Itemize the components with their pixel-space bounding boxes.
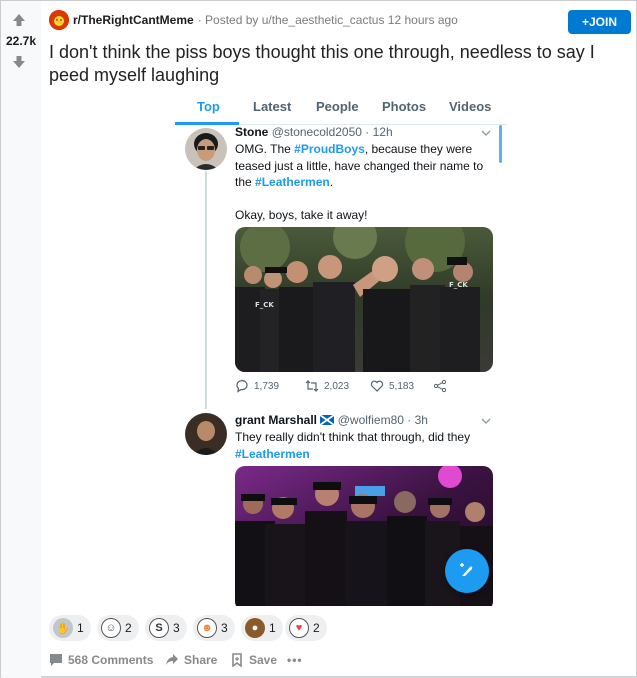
- chevron-down-icon: [481, 130, 491, 136]
- avatar: [185, 413, 227, 455]
- like-action: 5,183: [370, 379, 414, 393]
- tweet-text: OMG. The #ProudBoys, because they were t…: [235, 142, 484, 222]
- hashtag-leathermen: #Leathermen: [255, 175, 330, 189]
- heart-icon: [370, 380, 384, 392]
- tab-latest: Latest: [253, 99, 292, 114]
- tweet-author-name: Stone: [235, 125, 269, 139]
- silver-award-icon: ✋: [53, 618, 73, 638]
- scrollbar: [499, 125, 502, 163]
- retweet-action: 2,023: [305, 379, 349, 393]
- subreddit-icon[interactable]: [49, 10, 69, 30]
- subreddit-name[interactable]: r/TheRightCantMeme: [73, 13, 194, 27]
- tweet-header: grant Marshall @wolfiem80 · 3h: [235, 413, 428, 427]
- award-pill[interactable]: ✋ 1: [49, 615, 91, 641]
- award-pill[interactable]: S 3: [145, 615, 187, 641]
- post-meta: r/TheRightCantMeme · Posted by u/the_aes…: [49, 10, 458, 30]
- avatar: [185, 128, 227, 170]
- vote-column: 22.7k: [1, 1, 41, 678]
- reply-icon: [236, 380, 248, 393]
- thread-line: [205, 171, 207, 409]
- share-arrow-icon: [166, 654, 178, 665]
- comment-icon: [50, 654, 62, 666]
- share-nodes-icon: [433, 379, 447, 393]
- tweet-author-name: grant Marshall: [235, 413, 318, 427]
- tweet-time: · 3h: [407, 413, 428, 427]
- twitter-tabs: Top Latest People Photos Videos: [175, 91, 507, 125]
- feather-plus-icon: [460, 563, 473, 576]
- award-pill[interactable]: ♥ 2: [285, 615, 327, 641]
- award-pill[interactable]: ☻ 3: [193, 615, 235, 641]
- posted-by: · Posted by u/the_aesthetic_cactus 12 ho…: [197, 13, 458, 27]
- tweet-author-handle: @wolfiem80: [337, 413, 404, 427]
- tweet-actions: 1,739 2,023 5,183: [235, 379, 495, 395]
- tweet-author-handle: @stonecold2050: [271, 125, 362, 139]
- tab-top: Top: [197, 99, 220, 114]
- cheer-award-icon: ♥: [289, 618, 309, 638]
- laughing-award-icon: ☻: [197, 618, 217, 638]
- join-button[interactable]: +JOIN: [568, 10, 631, 34]
- tweet-photo-march: F_CK F_CK: [235, 227, 493, 372]
- comments-button[interactable]: 568 Comments: [49, 653, 153, 667]
- chevron-down-icon: [481, 418, 491, 424]
- svg-text:F_CK: F_CK: [449, 281, 468, 289]
- tweet-header: Stone @stonecold2050 · 12h: [235, 125, 393, 139]
- share-action: [433, 379, 452, 393]
- reply-action: 1,739: [235, 379, 279, 393]
- hashtag-leathermen: #Leathermen: [235, 446, 310, 461]
- tab-videos: Videos: [449, 99, 492, 114]
- svg-text:F_CK: F_CK: [255, 301, 274, 309]
- upvote-arrow-icon[interactable]: [12, 13, 26, 27]
- post-card: 22.7k r/TheRightCantMeme · Posted by u/t…: [0, 0, 637, 678]
- vote-score: 22.7k: [5, 34, 37, 48]
- share-button[interactable]: Share: [165, 653, 217, 667]
- hashtag-proudboys: #ProudBoys: [294, 142, 365, 156]
- more-options-button[interactable]: •••: [287, 653, 303, 667]
- retweet-icon: [305, 380, 319, 392]
- bear-award-icon: ●: [245, 618, 265, 638]
- post-title[interactable]: I don't think the piss boys thought this…: [49, 41, 629, 87]
- tab-photos: Photos: [382, 99, 427, 114]
- award-pill[interactable]: ☺ 2: [97, 615, 139, 641]
- save-button[interactable]: Save: [230, 653, 277, 667]
- tweet-text: They really didn't think that through, d…: [235, 430, 471, 461]
- compose-tweet-button: [445, 549, 489, 593]
- wholesome-award-icon: ☺: [101, 618, 121, 638]
- tweet-time: · 12h: [365, 125, 393, 139]
- downvote-arrow-icon[interactable]: [12, 55, 26, 69]
- scotland-flag-icon: [319, 414, 335, 426]
- tab-people: People: [316, 99, 359, 114]
- bookmark-icon: [232, 653, 242, 667]
- s-award-icon: S: [149, 618, 169, 638]
- active-tab-indicator: [175, 122, 239, 125]
- post-image[interactable]: Top Latest People Photos Videos Stone @s…: [175, 91, 507, 606]
- award-pill[interactable]: ● 1: [241, 615, 283, 641]
